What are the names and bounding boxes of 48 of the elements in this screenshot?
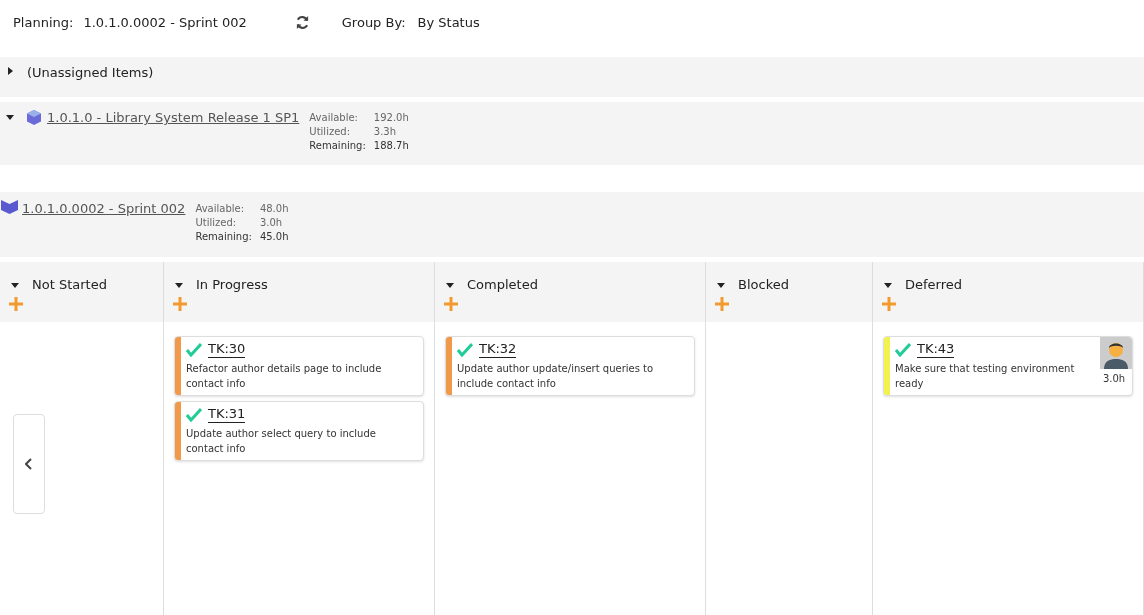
- stat-value: 3.0h: [259, 216, 284, 230]
- stat-value: 45.0h: [259, 230, 289, 244]
- stat-label: Remaining:: [309, 139, 366, 153]
- stat-label: Utilized:: [309, 125, 352, 139]
- task-description: Update author select query to include contact info: [186, 427, 377, 456]
- task-link[interactable]: TK:31: [208, 406, 246, 423]
- checkmark-icon: [457, 342, 473, 357]
- group-by-value[interactable]: By Status: [417, 12, 480, 33]
- task-card[interactable]: TK:43 Make sure that testing environment ready 3.0h: [883, 336, 1133, 396]
- caret-right-icon[interactable]: [5, 66, 15, 76]
- stat-value: 188.7h: [373, 139, 409, 153]
- stat-value: 48.0h: [259, 202, 289, 216]
- stat-label: Remaining:: [195, 230, 252, 244]
- column-title: Blocked: [738, 276, 789, 294]
- column-title: Completed: [467, 276, 538, 294]
- refresh-icon[interactable]: [294, 15, 310, 30]
- effort-value: 3.0h: [1102, 372, 1127, 386]
- checkmark-icon: [895, 342, 911, 357]
- task-link[interactable]: TK:43: [917, 341, 955, 358]
- task-description: Make sure that testing environment ready: [895, 362, 1076, 391]
- task-card[interactable]: TK:32 Update author update/insert queries to include contact info: [445, 336, 695, 396]
- task-card[interactable]: TK:30 Refactor author details page to include contact info: [174, 336, 424, 396]
- cube-icon: [27, 110, 41, 125]
- task-description: Update author update/insert queries to include contact info: [457, 362, 655, 391]
- stat-label: Available:: [309, 111, 359, 125]
- column-title: Deferred: [905, 276, 962, 294]
- stat-value: 3.3h: [373, 125, 398, 139]
- planning-label: Planning:: [13, 13, 74, 32]
- stat-label: Available:: [195, 202, 246, 216]
- sprint-shield-icon: [1, 200, 18, 214]
- checkmark-icon: [186, 407, 202, 422]
- chevron-left-icon: [25, 458, 33, 470]
- unassigned-row[interactable]: (Unassigned Items): [0, 57, 1144, 97]
- task-card[interactable]: TK:31 Update author select query to include contact info: [174, 401, 424, 461]
- stat-value: 192.0h: [373, 111, 409, 125]
- task-link[interactable]: TK:32: [479, 341, 517, 358]
- sprint-link[interactable]: 1.0.1.0.0002 - Sprint 002: [22, 199, 186, 219]
- caret-down-icon[interactable]: [5, 112, 15, 122]
- column-title: Not Started: [32, 276, 107, 294]
- task-link[interactable]: TK:30: [208, 341, 246, 358]
- stat-label: Utilized:: [195, 216, 238, 230]
- release-link[interactable]: 1.0.1.0 - Library System Release 1 SP1: [47, 108, 300, 128]
- unassigned-label: (Unassigned Items): [27, 64, 154, 82]
- planning-value[interactable]: 1.0.1.0.0002 - Sprint 002: [83, 12, 247, 33]
- task-description: Refactor author details page to include contact info: [186, 362, 383, 391]
- group-by-label: Group By:: [341, 13, 406, 32]
- column-title: In Progress: [196, 276, 268, 294]
- checkmark-icon: [186, 342, 202, 357]
